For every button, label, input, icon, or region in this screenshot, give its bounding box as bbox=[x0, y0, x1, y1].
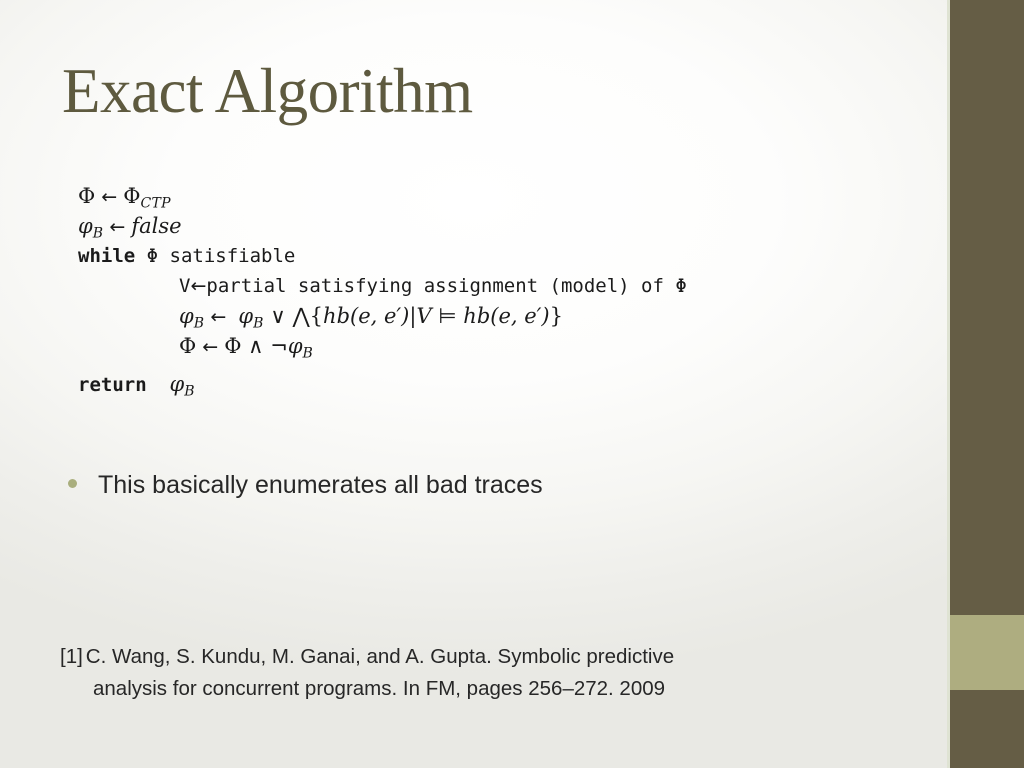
algo-line-assign-v: V←partial satisfying assignment (model) … bbox=[78, 271, 687, 301]
algo-rhs-phi: Φ bbox=[123, 184, 141, 208]
algo-lhs-v: V bbox=[179, 275, 191, 297]
algo-arrow-icon: ← bbox=[202, 336, 219, 358]
list-item: This basically enumerates all bad traces bbox=[68, 471, 543, 500]
citation-line-first: [1] C. Wang, S. Kundu, M. Ganai, and A. G… bbox=[60, 641, 800, 673]
algo-while-condition: Φ satisfiable bbox=[135, 245, 296, 267]
algo-lhs-phi: Φ bbox=[78, 184, 96, 208]
bullet-list: This basically enumerates all bad traces bbox=[68, 471, 543, 500]
algo-rhs-subscript: B bbox=[253, 315, 264, 332]
rail-band-bottom bbox=[950, 690, 1024, 768]
algo-line-init-phi-b: φB ← false bbox=[78, 211, 687, 241]
algo-phi-b: φ bbox=[287, 334, 303, 358]
algo-models-operator: ⊨ bbox=[438, 304, 457, 328]
algo-return-subscript: B bbox=[184, 383, 195, 400]
rail-band-top bbox=[950, 0, 1024, 615]
algo-not-operator: ¬ bbox=[270, 334, 288, 358]
citation-tag: [1] bbox=[60, 645, 83, 668]
algo-lhs-phi-b: φ bbox=[78, 214, 93, 238]
algo-return-value: φ bbox=[169, 372, 185, 396]
algo-arrow-icon: ← bbox=[109, 216, 126, 238]
algorithm-block: Φ ← ΦCTP φB ← false while Φ satisfiable … bbox=[78, 181, 687, 399]
algo-and-operator: ∧ bbox=[248, 334, 264, 358]
algo-hb-term-second: hb(e, e′) bbox=[463, 304, 550, 328]
algo-keyword-return: return bbox=[78, 374, 147, 396]
algo-assign-v-rhs: partial satisfying assignment (model) of… bbox=[206, 275, 687, 297]
algo-lhs-subscript: B bbox=[92, 225, 104, 242]
algo-set-close-brace: } bbox=[549, 304, 563, 328]
algo-arrow-icon: ← bbox=[210, 306, 227, 328]
algo-lhs-phi-b: φ bbox=[179, 304, 194, 328]
algo-line-update-phi: Φ ← Φ ∧ ¬φB bbox=[78, 331, 687, 361]
rail-band-light-accent bbox=[950, 615, 1024, 690]
algo-line-return: return φB bbox=[78, 369, 687, 399]
algo-model-v: V bbox=[416, 304, 432, 328]
citation-reference: [1] C. Wang, S. Kundu, M. Ganai, and A. G… bbox=[60, 641, 800, 705]
algo-hb-term-first: hb(e, e′) bbox=[323, 304, 410, 328]
algo-arrow-icon: ← bbox=[190, 275, 207, 297]
decorative-right-rail bbox=[947, 0, 1024, 768]
algo-keyword-while: while bbox=[78, 245, 136, 267]
algo-rhs-phi-b: φ bbox=[238, 304, 254, 328]
citation-text-line1: C. Wang, S. Kundu, M. Ganai, and A. Gupt… bbox=[85, 645, 675, 668]
bullet-item-label: This basically enumerates all bad traces bbox=[98, 471, 543, 499]
algo-phi-b-subscript: B bbox=[302, 345, 314, 362]
algo-line-update-phi-b: φB ← φB ∨ ⋀{hb(e, e′)|V ⊨ hb(e, e′)} bbox=[78, 301, 687, 331]
algo-set-open-brace: { bbox=[309, 304, 324, 328]
algo-or-operator: ∨ bbox=[270, 304, 286, 328]
citation-text-line2: analysis for concurrent programs. In FM,… bbox=[93, 676, 666, 700]
slide-canvas: Exact Algorithm Φ ← ΦCTP φB ← false whil… bbox=[0, 0, 1024, 768]
algo-lhs-subscript: B bbox=[193, 315, 205, 332]
algo-line-while: while Φ satisfiable bbox=[78, 241, 687, 271]
page-title: Exact Algorithm bbox=[62, 56, 473, 126]
algo-rhs-subscript: CTP bbox=[140, 195, 171, 212]
algo-value-false: false bbox=[131, 214, 182, 238]
citation-line-second: analysis for concurrent programs. In FM,… bbox=[60, 673, 800, 705]
algo-line-init-phi: Φ ← ΦCTP bbox=[78, 181, 687, 211]
bullet-dot-icon bbox=[68, 479, 77, 488]
algo-arrow-icon: ← bbox=[101, 186, 118, 208]
algo-bigand-operator: ⋀ bbox=[292, 304, 310, 328]
algo-lhs-phi: Φ bbox=[179, 334, 197, 358]
algo-rhs-phi: Φ bbox=[224, 334, 242, 358]
